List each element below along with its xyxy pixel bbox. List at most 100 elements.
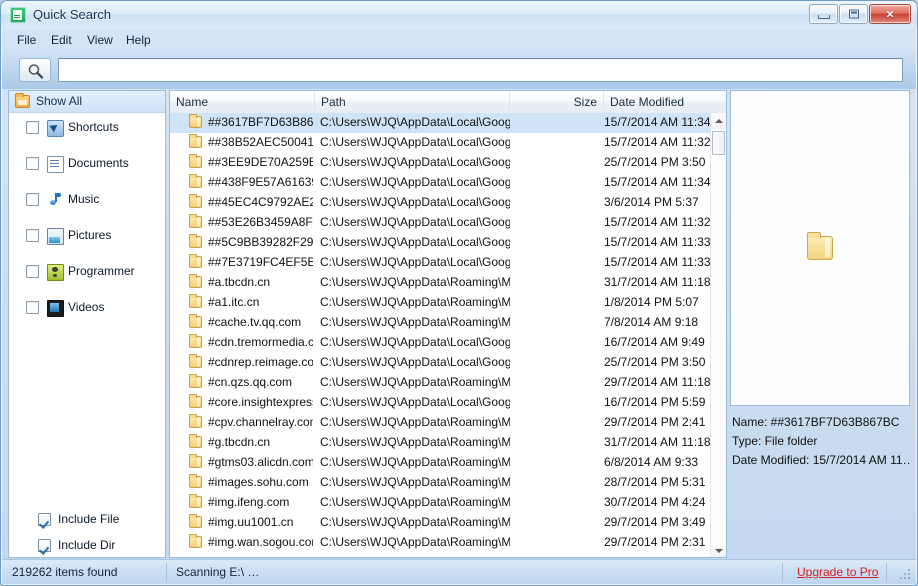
table-row[interactable]: #a1.itc.cn C:\Users\WJQ\AppData\Roaming\M… [170, 293, 711, 313]
include-dir-checkbox[interactable] [38, 539, 51, 552]
row-name: #images.sohu.com [208, 475, 309, 489]
shortcuts-checkbox[interactable] [26, 121, 39, 134]
folder-icon [189, 314, 202, 328]
folder-icon [189, 354, 202, 368]
column-header-name[interactable]: Name [170, 91, 315, 113]
sidebar-item-pictures[interactable]: Pictures [9, 224, 165, 248]
table-row[interactable]: ##38B52AEC50041A21 C:\Users\WJQ\AppData\L… [170, 133, 711, 153]
menu-view[interactable]: View [80, 32, 120, 48]
row-date: 29/7/2014 PM 2:31 [604, 535, 706, 549]
table-row[interactable]: ##3EE9DE70A259ECAE C:\Users\WJQ\AppData\L… [170, 153, 711, 173]
row-path: C:\Users\WJQ\AppData\Roaming\Ma… [320, 375, 510, 389]
table-row[interactable]: #core.insightexpressa… C:\Users\WJQ\AppDa… [170, 393, 711, 413]
row-path: C:\Users\WJQ\AppData\Roaming\Ma… [320, 275, 510, 289]
preview-type: Type: File folder [732, 434, 818, 448]
table-row[interactable]: ##53E26B3459A8F27D C:\Users\WJQ\AppData\L… [170, 213, 711, 233]
videos-checkbox[interactable] [26, 301, 39, 314]
table-row[interactable]: #img.wan.sogou.com C:\Users\WJQ\AppData\R… [170, 533, 711, 553]
table-row[interactable]: #cdn.tremormedia.com C:\Users\WJQ\AppData… [170, 333, 711, 353]
row-name: ##38B52AEC50041A21 [208, 135, 313, 149]
maximize-button[interactable] [839, 4, 868, 24]
table-row[interactable]: #images.sohu.com C:\Users\WJQ\AppData\Roa… [170, 473, 711, 493]
search-input[interactable] [58, 58, 903, 82]
table-row[interactable]: #img.ifeng.com C:\Users\WJQ\AppData\Roami… [170, 493, 711, 513]
table-row[interactable]: ##3617BF7D63B867BC C:\Users\WJQ\AppData\L… [170, 113, 711, 133]
folder-icon [189, 274, 202, 288]
sidebar-item-label: Videos [68, 300, 105, 314]
row-path: C:\Users\WJQ\AppData\Local\Googl… [320, 235, 510, 249]
table-row[interactable]: #cn.qzs.qq.com C:\Users\WJQ\AppData\Roami… [170, 373, 711, 393]
close-button[interactable]: × [869, 4, 911, 24]
table-row[interactable]: #img.uu1001.cn C:\Users\WJQ\AppData\Roami… [170, 513, 711, 533]
menu-edit[interactable]: Edit [44, 32, 79, 48]
row-name: #cache.tv.qq.com [208, 315, 302, 329]
sidebar-item-music[interactable]: Music [9, 188, 165, 212]
table-row[interactable]: #gtms03.alicdn.com C:\Users\WJQ\AppData\R… [170, 453, 711, 473]
scrollbar-thumb[interactable] [712, 131, 725, 155]
title-bar[interactable]: Quick Search × [1, 1, 917, 29]
sidebar-item-show-all[interactable]: Show All [9, 91, 165, 113]
window-title: Quick Search [33, 7, 112, 22]
scroll-down-icon[interactable] [711, 543, 726, 557]
table-row[interactable]: ##45EC4C9792AE2268 C:\Users\WJQ\AppData\L… [170, 193, 711, 213]
row-name: ##7E3719FC4EF5E314 [208, 255, 313, 269]
folder-icon [189, 114, 202, 128]
table-row[interactable]: #a.tbcdn.cn C:\Users\WJQ\AppData\Roaming\… [170, 273, 711, 293]
row-path: C:\Users\WJQ\AppData\Roaming\Ma… [320, 455, 510, 469]
row-date: 25/7/2014 PM 3:50 [604, 155, 706, 169]
sidebar-item-label: Shortcuts [68, 120, 119, 134]
search-button[interactable] [19, 58, 51, 82]
row-date: 15/7/2014 AM 11:33 [604, 255, 711, 269]
preview-date-modified: Date Modified: 15/7/2014 AM 11… [732, 453, 910, 467]
sidebar-item-shortcuts[interactable]: Shortcuts [9, 116, 165, 140]
row-path: C:\Users\WJQ\AppData\Local\Googl… [320, 175, 510, 189]
folder-icon [807, 232, 833, 260]
row-date: 31/7/2014 AM 11:18 [604, 275, 711, 289]
sidebar-item-label: Pictures [68, 228, 112, 242]
sidebar-item-label: Music [68, 192, 100, 206]
preview-pane: Name: ##3617BF7D63B867BC Type: File fold… [730, 90, 910, 558]
scroll-up-icon[interactable] [711, 113, 726, 129]
documents-checkbox[interactable] [26, 157, 39, 170]
list-vertical-scrollbar[interactable] [710, 113, 726, 557]
row-path: C:\Users\WJQ\AppData\Local\Googl… [320, 335, 510, 349]
column-header-size[interactable]: Size [510, 91, 604, 113]
sidebar-item-videos[interactable]: Videos [9, 296, 165, 320]
programmer-checkbox[interactable] [26, 265, 39, 278]
menu-file[interactable]: File [10, 32, 43, 48]
include-file-row[interactable]: Include File [9, 509, 165, 533]
row-name: ##3617BF7D63B867BC [208, 115, 313, 129]
upgrade-to-pro-link[interactable]: Upgrade to Pro [797, 564, 878, 580]
row-name: #a1.itc.cn [208, 295, 260, 309]
table-row[interactable]: ##438F9E57A6163956 C:\Users\WJQ\AppData\L… [170, 173, 711, 193]
sidebar-item-programmer[interactable]: Programmer [9, 260, 165, 284]
include-dir-row[interactable]: Include Dir [9, 535, 165, 557]
minimize-button[interactable] [809, 4, 838, 24]
status-separator [782, 563, 783, 581]
status-separator [886, 563, 887, 581]
music-checkbox[interactable] [26, 193, 39, 206]
table-row[interactable]: #g.tbcdn.cn C:\Users\WJQ\AppData\Roaming\… [170, 433, 711, 453]
sidebar-item-label: Programmer [68, 264, 135, 278]
row-date: 15/7/2014 AM 11:34 [604, 175, 711, 189]
column-header-path[interactable]: Path [315, 91, 510, 113]
table-row[interactable]: #cpv.channelray.com C:\Users\WJQ\AppData\… [170, 413, 711, 433]
search-icon [28, 64, 44, 79]
sidebar-item-documents[interactable]: Documents [9, 152, 165, 176]
pictures-checkbox[interactable] [26, 229, 39, 242]
column-header-date[interactable]: Date Modified [604, 91, 711, 113]
menu-help[interactable]: Help [119, 32, 158, 48]
row-path: C:\Users\WJQ\AppData\Roaming\Ma… [320, 535, 510, 549]
row-path: C:\Users\WJQ\AppData\Local\Googl… [320, 215, 510, 229]
table-row[interactable]: #cdnrep.reimage.com C:\Users\WJQ\AppData\… [170, 353, 711, 373]
row-date: 29/7/2014 AM 11:18 [604, 375, 711, 389]
folder-icon [189, 374, 202, 388]
table-row[interactable]: ##7E3719FC4EF5E314 C:\Users\WJQ\AppData\L… [170, 253, 711, 273]
table-row[interactable]: ##5C9BB39282F2983F C:\Users\WJQ\AppData\L… [170, 233, 711, 253]
resize-grip[interactable] [900, 569, 912, 581]
row-date: 30/7/2014 PM 4:24 [604, 495, 706, 509]
include-file-checkbox[interactable] [38, 513, 51, 526]
table-row[interactable]: #cache.tv.qq.com C:\Users\WJQ\AppData\Roa… [170, 313, 711, 333]
include-file-label: Include File [58, 512, 120, 526]
programmer-icon [47, 264, 64, 281]
